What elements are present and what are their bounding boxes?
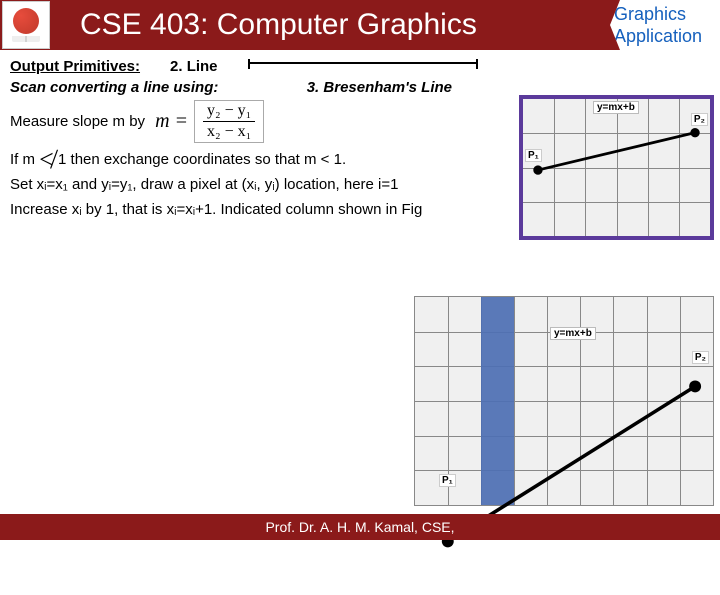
topic-badge: Graphics Application <box>610 0 720 50</box>
line-plot-small <box>523 99 710 286</box>
figure-large: y=mx+b P₁ P₂ <box>414 296 714 506</box>
eqn-label-large: y=mx+b <box>550 327 596 340</box>
eqn-label-small: y=mx+b <box>593 101 639 114</box>
figure-small: y=mx+b P₁ P₂ <box>519 95 714 240</box>
header-bar: CSE 403: Computer Graphics Graphics Appl… <box>0 0 720 50</box>
line-plot-large <box>415 297 713 595</box>
p2-label-large: P₂ <box>692 351 709 364</box>
badge-line1: Graphics <box>614 3 716 25</box>
p2-label-small: P₂ <box>691 113 708 126</box>
badge-line2: Application <box>614 25 716 47</box>
p1-label-small: P₁ <box>525 149 542 162</box>
p1-label-large: P₁ <box>439 474 456 487</box>
university-logo <box>2 1 50 49</box>
slope-formula: m = y₂ − y₁ x₂ − x₁ <box>155 100 264 143</box>
line-segment-icon <box>248 62 478 64</box>
formula-denominator: x₂ − x₁ <box>203 122 255 140</box>
measure-text: Measure slope m by <box>10 113 145 130</box>
formula-numerator: y₂ − y₁ <box>203 103 255 121</box>
section-label: Output Primitives: <box>10 58 140 75</box>
method-label: 3. Bresenham's Line <box>307 79 452 96</box>
footer-text: Prof. Dr. A. H. M. Kamal, CSE, <box>265 519 454 535</box>
topic-label: 2. Line <box>170 58 218 75</box>
formula-lhs: m = <box>155 110 188 133</box>
subtitle: Scan converting a line using: <box>10 79 218 96</box>
footer-bar: Prof. Dr. A. H. M. Kamal, CSE, <box>0 514 720 540</box>
